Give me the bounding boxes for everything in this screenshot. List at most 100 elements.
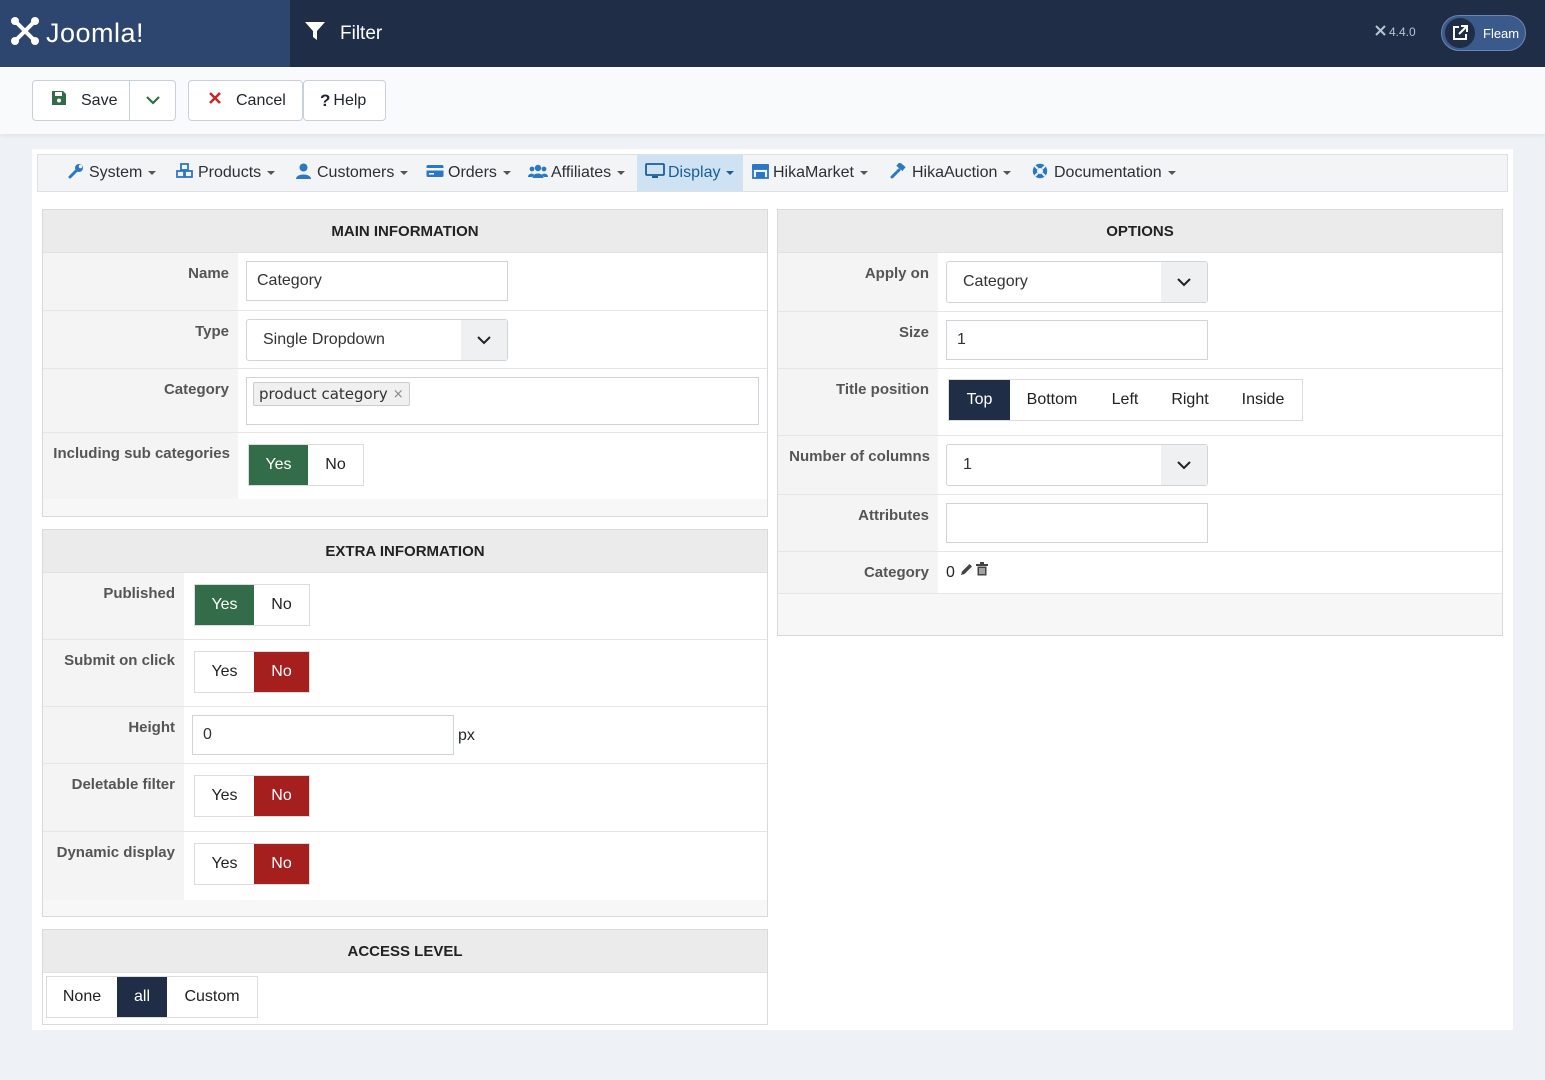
name-input[interactable]: Category [246, 261, 508, 301]
menu-products[interactable]: Products [176, 155, 276, 191]
dynamic-display-row: Dynamic display Yes No [43, 832, 767, 900]
dynamic-display-yes[interactable]: Yes [195, 844, 254, 884]
apply-on-value-cell: Category [938, 253, 1502, 311]
user-icon [296, 163, 311, 184]
category-label: Category [43, 369, 238, 432]
monitor-icon [645, 162, 665, 184]
apply-on-row: Apply on Category [778, 253, 1502, 312]
number-of-columns-select[interactable]: 1 [946, 444, 1208, 486]
menu-display-label: Display [668, 164, 721, 181]
title-position-top[interactable]: Top [949, 380, 1010, 420]
gavel-icon [890, 161, 906, 184]
category-tag-input[interactable]: product category × [246, 377, 759, 425]
type-select[interactable]: Single Dropdown [246, 319, 508, 361]
save-dropdown-toggle[interactable] [129, 81, 175, 120]
deletable-label: Deletable filter [43, 764, 184, 831]
deletable-yes[interactable]: Yes [195, 776, 254, 816]
help-label: Help [333, 91, 367, 109]
brand-block[interactable]: Joomla! [0, 0, 290, 67]
access-level-title: ACCESS LEVEL [43, 930, 767, 973]
trash-icon[interactable] [976, 562, 988, 581]
menu-affiliates[interactable]: Affiliates [528, 155, 626, 191]
save-icon [51, 90, 67, 111]
title-position-left[interactable]: Left [1094, 380, 1156, 420]
menu-hikaauction[interactable]: HikaAuction [890, 155, 1012, 191]
cancel-label: Cancel [236, 91, 286, 109]
caret-icon [1003, 171, 1012, 175]
published-no[interactable]: No [254, 585, 309, 625]
app-header: Joomla! Filter 4.4.0 Fleam [0, 0, 1545, 67]
menu-customers[interactable]: Customers [296, 155, 409, 191]
menu-display[interactable]: Display [637, 155, 743, 191]
caret-icon [617, 171, 626, 175]
category-tag-label: product category [259, 385, 388, 403]
user-site-button[interactable]: Fleam [1441, 15, 1526, 51]
attributes-row: Attributes [778, 495, 1502, 552]
category-tag: product category × [253, 382, 410, 406]
filter-icon [304, 20, 326, 47]
save-button[interactable]: Save [33, 81, 129, 120]
height-row: Height 0 px [43, 707, 767, 764]
access-custom[interactable]: Custom [167, 977, 257, 1017]
name-value-cell: Category [238, 253, 767, 310]
title-position-right[interactable]: Right [1156, 380, 1224, 420]
caret-icon [267, 171, 276, 175]
size-row: Size 1 [778, 312, 1502, 369]
submit-on-click-yes[interactable]: Yes [195, 652, 254, 692]
chevron-down-icon [1161, 445, 1207, 485]
height-label: Height [43, 707, 184, 763]
attributes-input[interactable] [946, 503, 1208, 543]
dynamic-display-value-cell: Yes No [184, 832, 767, 900]
number-of-columns-label: Number of columns [778, 436, 938, 494]
type-select-value: Single Dropdown [263, 331, 385, 348]
caret-icon [502, 171, 511, 175]
type-row: Type Single Dropdown [43, 311, 767, 369]
published-yes[interactable]: Yes [195, 585, 254, 625]
pencil-icon[interactable] [960, 563, 973, 581]
attributes-value-cell [938, 495, 1502, 551]
menu-system[interactable]: System [68, 155, 157, 191]
cancel-button[interactable]: Cancel [188, 80, 303, 121]
attributes-label: Attributes [778, 495, 938, 551]
name-row: Name Category [43, 253, 767, 311]
sub-categories-no[interactable]: No [308, 445, 363, 485]
menu-orders[interactable]: Orders [426, 155, 511, 191]
dynamic-display-no[interactable]: No [254, 844, 309, 884]
hikashop-menu: System Products Customers Orders Affilia… [37, 154, 1508, 192]
height-unit: px [458, 727, 475, 744]
close-icon [208, 91, 222, 110]
credit-card-icon [426, 164, 444, 183]
apply-on-label: Apply on [778, 253, 938, 311]
title-position-bottom[interactable]: Bottom [1010, 380, 1094, 420]
size-input[interactable]: 1 [946, 320, 1208, 360]
submit-on-click-no[interactable]: No [254, 652, 309, 692]
menu-documentation[interactable]: Documentation [1032, 155, 1176, 191]
tag-remove-icon[interactable]: × [393, 387, 404, 402]
extra-information-title: EXTRA INFORMATION [43, 530, 767, 573]
options-title: OPTIONS [778, 210, 1502, 253]
menu-hikamarket[interactable]: HikaMarket [751, 155, 868, 191]
title-position-inside[interactable]: Inside [1224, 380, 1302, 420]
published-toggle: Yes No [194, 584, 310, 626]
page-heading: Filter [304, 0, 382, 67]
store-icon [751, 163, 770, 184]
category-option-row: Category 0 [778, 552, 1502, 594]
published-row: Published Yes No [43, 573, 767, 640]
category-value-cell: product category × [238, 369, 767, 432]
sub-categories-row: Including sub categories Yes No [43, 433, 767, 499]
submit-on-click-label: Submit on click [43, 640, 184, 706]
size-label: Size [778, 312, 938, 368]
options-panel: OPTIONS Apply on Category Size 1 Title p… [777, 209, 1503, 636]
submit-on-click-toggle: Yes No [194, 651, 310, 693]
category-option-label: Category [778, 552, 938, 593]
height-input[interactable]: 0 [192, 715, 454, 755]
access-all[interactable]: all [117, 977, 167, 1017]
sub-categories-yes[interactable]: Yes [249, 445, 308, 485]
dynamic-display-toggle: Yes No [194, 843, 310, 885]
help-button[interactable]: ? Help [303, 80, 386, 121]
apply-on-select[interactable]: Category [946, 261, 1208, 303]
deletable-no[interactable]: No [254, 776, 309, 816]
wrench-icon [68, 163, 84, 184]
save-button-group: Save [32, 80, 176, 121]
access-none[interactable]: None [47, 977, 117, 1017]
